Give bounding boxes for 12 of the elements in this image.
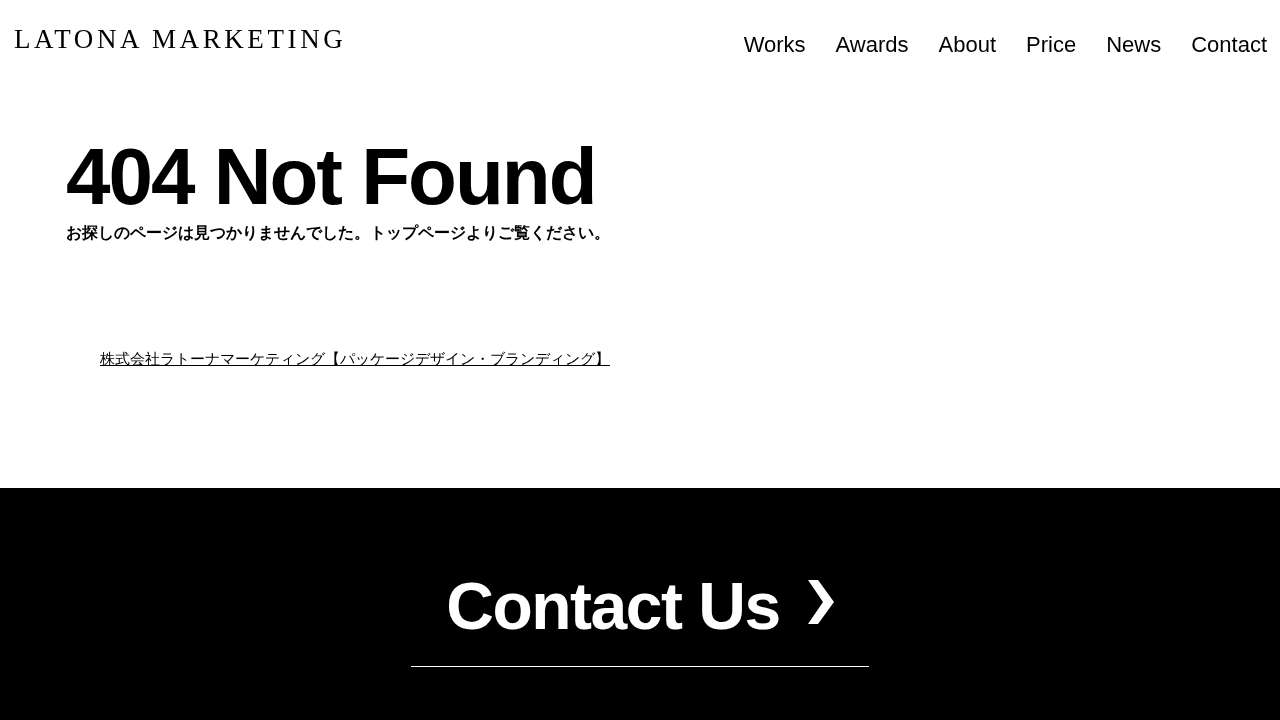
error-message: お探しのページは見つかりませんでした。トップページよりご覧ください。 bbox=[66, 223, 610, 243]
page-title: 404 Not Found bbox=[66, 132, 596, 222]
nav-link[interactable]: Works bbox=[743, 31, 806, 59]
nav-link[interactable]: Price bbox=[1026, 31, 1077, 59]
logo-link[interactable]: LATONA MARKETING bbox=[14, 24, 347, 54]
nav-link[interactable]: Contact bbox=[1191, 31, 1267, 59]
nav-link[interactable]: Awards bbox=[835, 31, 909, 59]
contact-us-link[interactable]: Contact Us bbox=[446, 568, 834, 644]
chevron-right-icon bbox=[807, 580, 834, 624]
nav-link[interactable]: About bbox=[938, 31, 997, 59]
home-link[interactable]: 株式会社ラトーナマーケティング【パッケージデザイン・ブランディング】 bbox=[100, 348, 610, 370]
nav-link[interactable]: News bbox=[1106, 31, 1162, 59]
